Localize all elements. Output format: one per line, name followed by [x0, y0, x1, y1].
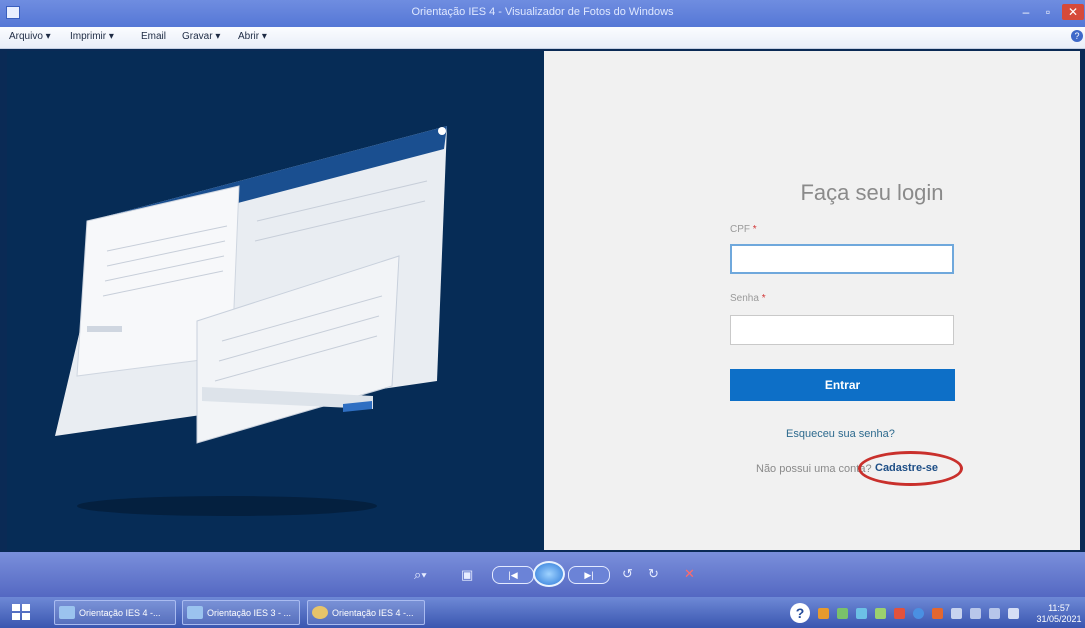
menu-imprimir[interactable]: Imprimir ▾ — [70, 31, 114, 42]
taskbar-item-label: Orientação IES 4 -... — [79, 608, 161, 618]
tray-app-icon[interactable] — [875, 608, 886, 619]
window-title: Orientação IES 4 - Visualizador de Fotos… — [411, 6, 674, 18]
taskbar-item-label: Orientação IES 4 -... — [332, 608, 414, 618]
entrar-button[interactable]: Entrar — [730, 369, 955, 401]
tray-app-icon[interactable] — [856, 608, 867, 619]
senha-label-text: Senha — [730, 293, 759, 304]
illustration-panel — [7, 51, 544, 550]
next-button[interactable]: ▶| — [568, 566, 610, 584]
minimize-button[interactable]: – — [1015, 4, 1037, 20]
paint-icon — [312, 606, 328, 619]
menu-gravar[interactable]: Gravar ▾ — [182, 31, 220, 42]
forgot-password-link[interactable]: Esqueceu sua senha? — [786, 428, 895, 440]
help-icon[interactable]: ? — [790, 603, 810, 623]
tray-app-icon[interactable] — [932, 608, 943, 619]
close-button[interactable]: ✕ — [1062, 4, 1084, 20]
tray-app-icon[interactable] — [951, 608, 962, 619]
zoom-button[interactable]: ⌕▾ — [414, 567, 427, 583]
taskbar-item-ies3[interactable]: Orientação IES 3 - ... — [182, 600, 300, 625]
photo-icon — [59, 606, 75, 619]
no-account-text: Não possui uma conta? — [756, 463, 872, 475]
window-title-bar: Orientação IES 4 - Visualizador de Fotos… — [0, 0, 1085, 27]
senha-label: Senha * — [730, 293, 766, 304]
maximize-button[interactable]: ▫ — [1037, 4, 1059, 20]
taskbar-item-ies4[interactable]: Orientação IES 4 -... — [54, 600, 176, 625]
slideshow-button[interactable] — [533, 561, 565, 587]
senha-input[interactable] — [730, 315, 954, 345]
cpf-required-mark: * — [752, 224, 757, 235]
clock-date: 31/05/2021 — [1036, 614, 1082, 624]
cpf-label: CPF * — [730, 224, 757, 235]
volume-icon[interactable] — [1008, 608, 1019, 619]
tray-app-icon[interactable] — [837, 608, 848, 619]
photo-icon — [187, 606, 203, 619]
cpf-label-text: CPF — [730, 224, 750, 235]
menu-abrir[interactable]: Abrir ▾ — [238, 31, 267, 42]
menu-bar: Arquivo ▾ Imprimir ▾ Email Gravar ▾ Abri… — [0, 27, 1085, 49]
previous-button[interactable]: |◀ — [492, 566, 534, 584]
help-icon[interactable]: ? — [1071, 30, 1083, 42]
tray-app-icon[interactable] — [818, 608, 829, 619]
network-icon[interactable] — [989, 608, 1000, 619]
taskbar-clock[interactable]: 11:57 31/05/2021 — [1036, 603, 1082, 625]
flag-icon[interactable] — [970, 608, 981, 619]
login-title: Faça seu login — [800, 180, 944, 205]
cpf-input[interactable] — [730, 244, 954, 274]
senha-required-mark: * — [761, 293, 766, 304]
rotate-left-button[interactable]: ↺ — [622, 566, 633, 582]
register-highlight-circle — [858, 451, 963, 486]
taskbar-item-label: Orientação IES 3 - ... — [207, 608, 292, 618]
login-panel — [544, 51, 1080, 550]
tray-app-icon[interactable] — [913, 608, 924, 619]
start-button[interactable] — [12, 604, 30, 620]
form-screens-illustration — [55, 126, 447, 516]
clock-time: 11:57 — [1048, 603, 1070, 613]
actual-size-button[interactable]: ▣ — [461, 567, 473, 583]
rotate-right-button[interactable]: ↻ — [648, 566, 659, 582]
menu-email[interactable]: Email — [141, 31, 166, 42]
delete-button[interactable]: ✕ — [684, 566, 695, 582]
menu-arquivo[interactable]: Arquivo ▾ — [9, 31, 51, 42]
tray-app-icon[interactable] — [894, 608, 905, 619]
taskbar-item-ies4-paint[interactable]: Orientação IES 4 -... — [307, 600, 425, 625]
